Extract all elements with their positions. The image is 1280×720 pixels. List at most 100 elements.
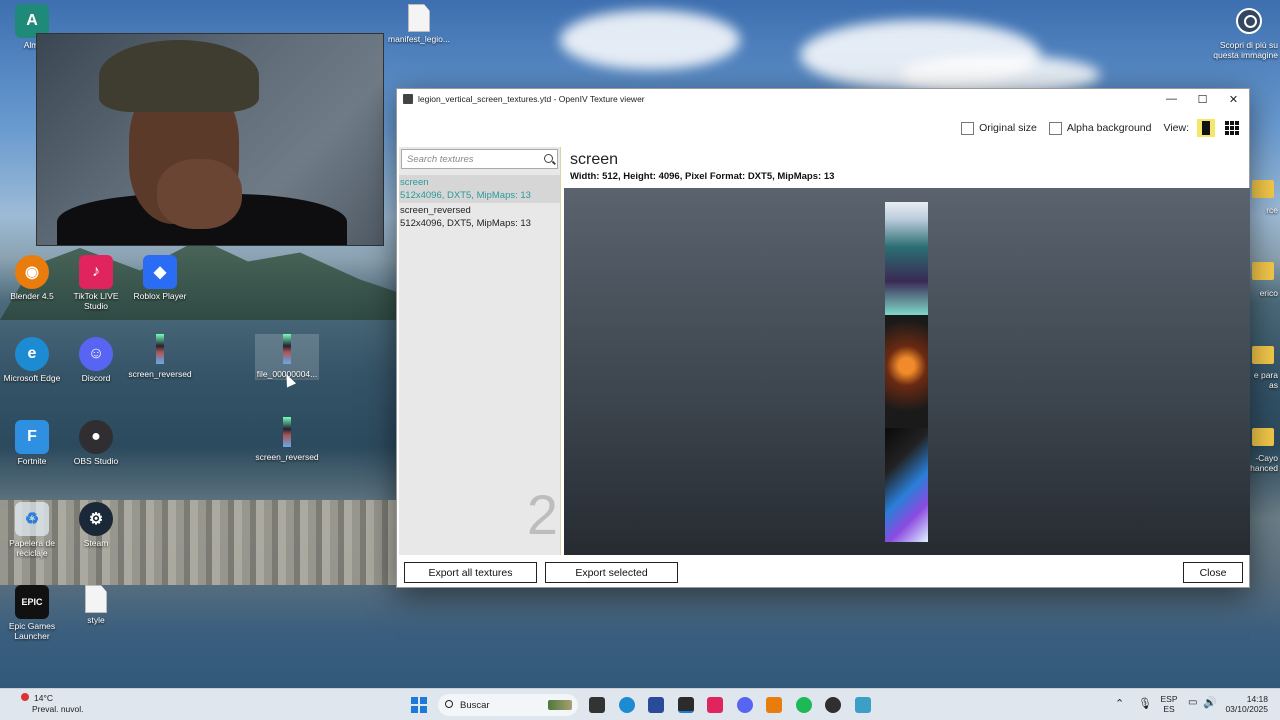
desktop-icon-steam[interactable]: ⚙ Steam xyxy=(64,502,128,549)
volume-icon[interactable]: 🔊 xyxy=(1203,696,1217,709)
desktop-icon-tiktok-live[interactable]: ♪ TikTok LIVE Studio xyxy=(64,255,128,312)
title-bar[interactable]: legion_vertical_screen_textures.ytd - Op… xyxy=(397,89,1249,109)
desktop-icon-discord[interactable]: ☺ Discord xyxy=(64,337,128,384)
maximize-button[interactable]: ☐ xyxy=(1187,89,1218,109)
discord-taskbar-icon[interactable] xyxy=(737,697,753,713)
taskbar: 14°C Preval. nuvol. Buscar ⌃ 🎙 ESP ES ▭ … xyxy=(0,688,1280,720)
app-taskbar-icon[interactable] xyxy=(855,697,871,713)
minimize-button[interactable]: — xyxy=(1156,89,1187,109)
folder-icon[interactable] xyxy=(1252,262,1274,280)
window-close-button[interactable]: ✕ xyxy=(1218,89,1249,109)
date: 03/10/2025 xyxy=(1225,704,1268,714)
texture-segment-amd-logo xyxy=(885,315,928,428)
tray-overflow-icon[interactable]: ⌃ xyxy=(1115,697,1124,710)
texture-thumbnail-icon xyxy=(283,417,291,447)
task-view-icon[interactable] xyxy=(589,697,605,713)
desktop-icon-blender[interactable]: ◉ Blender 4.5 xyxy=(0,255,64,302)
desktop-icon-epic-games[interactable]: EPIC Epic Games Launcher xyxy=(0,585,64,642)
desktop-icon-label[interactable]: rce xyxy=(1250,205,1278,215)
texture-preview-pane: screen Width: 512, Height: 4096, Pixel F… xyxy=(564,147,1250,555)
spotify-taskbar-icon[interactable] xyxy=(796,697,812,713)
texture-info: 512x4096, DXT5, MipMaps: 13 xyxy=(400,218,531,229)
desktop-icon-screen-reversed-2[interactable]: screen_reversed xyxy=(255,417,319,463)
folder-icon[interactable] xyxy=(1252,346,1274,364)
cloud xyxy=(560,10,740,70)
app-taskbar-icon[interactable] xyxy=(648,697,664,713)
app-taskbar-icon[interactable] xyxy=(766,697,782,713)
webcam-person-cap xyxy=(99,40,259,112)
webcam-person-hand xyxy=(157,159,242,229)
desktop-icon-obs[interactable]: ● OBS Studio xyxy=(64,420,128,467)
view-label: View: xyxy=(1163,122,1190,134)
texture-info: 512x4096, DXT5, MipMaps: 13 xyxy=(400,190,531,201)
tiktok-icon: ♪ xyxy=(79,255,113,289)
desktop-icon-edge[interactable]: e Microsoft Edge xyxy=(0,337,64,384)
webcam-overlay xyxy=(36,33,384,246)
single-view-button[interactable] xyxy=(1197,119,1215,137)
alpha-background-label: Alpha background xyxy=(1066,122,1152,134)
search-label: Buscar xyxy=(460,699,490,711)
alpha-background-checkbox[interactable]: Alpha background xyxy=(1048,121,1152,135)
file-icon xyxy=(408,4,430,32)
desktop-icon-recycle-bin[interactable]: ♻ Papelera de reciclaje xyxy=(0,502,64,559)
texture-list-item[interactable]: screen_reversed 512x4096, DXT5, MipMaps:… xyxy=(399,203,560,231)
checkbox-box[interactable] xyxy=(961,121,975,135)
language-indicator[interactable]: ESP ES xyxy=(1160,694,1178,714)
texture-thumbnail-icon xyxy=(156,334,164,364)
original-size-checkbox[interactable]: Original size xyxy=(961,121,1037,135)
openiv-taskbar-icon[interactable] xyxy=(678,697,694,713)
texture-count: 2 xyxy=(526,483,558,546)
folder-icon[interactable] xyxy=(1252,428,1274,446)
microphone-icon[interactable]: 🎙 xyxy=(1138,697,1152,710)
window-title: legion_vertical_screen_textures.ytd - Op… xyxy=(418,94,645,104)
discord-icon: ☺ xyxy=(79,337,113,371)
lang-top: ESP xyxy=(1160,694,1178,704)
start-button-windows-icon[interactable] xyxy=(411,697,427,713)
weather-description: Preval. nuvol. xyxy=(32,704,84,714)
window-bottom-bar: Export all textures Export selected Clos… xyxy=(397,559,1249,587)
weather-widget[interactable]: 14°C Preval. nuvol. xyxy=(18,693,84,715)
selected-texture-details: Width: 512, Height: 4096, Pixel Format: … xyxy=(570,171,835,182)
network-icon[interactable]: ▭ xyxy=(1188,697,1197,708)
settings-file-icon xyxy=(85,585,107,613)
tiktok-taskbar-icon[interactable] xyxy=(707,697,723,713)
texture-segment-character xyxy=(885,202,928,315)
search-icon[interactable] xyxy=(544,154,553,163)
viewer-toolbar: Original size Alpha background View: xyxy=(397,109,1249,147)
clock[interactable]: 14:18 03/10/2025 xyxy=(1222,694,1268,714)
edge-taskbar-icon[interactable] xyxy=(619,697,635,713)
blender-icon: ◉ xyxy=(15,255,49,289)
grid-view-button[interactable] xyxy=(1223,119,1241,137)
obs-taskbar-icon[interactable] xyxy=(825,697,841,713)
wallpaper-info-label[interactable]: Scopri di più su questa immagine xyxy=(1210,40,1278,60)
openiv-texture-viewer-window: legion_vertical_screen_textures.ytd - Op… xyxy=(396,88,1250,588)
image-info-icon[interactable] xyxy=(1236,8,1262,34)
taskbar-search-box[interactable]: Buscar xyxy=(438,694,578,716)
texture-list-item[interactable]: screen 512x4096, DXT5, MipMaps: 13 xyxy=(399,175,560,203)
roblox-icon: ◆ xyxy=(143,255,177,289)
desktop-icon-fortnite[interactable]: F Fortnite xyxy=(0,420,64,467)
desktop-icon-manifest[interactable]: manifest_legio... xyxy=(383,4,455,45)
grid-view-icon xyxy=(1224,120,1240,136)
desktop-icon-screen-reversed[interactable]: screen_reversed xyxy=(128,334,192,380)
folder-icon[interactable] xyxy=(1252,180,1274,198)
search-textures-input[interactable]: Search textures xyxy=(401,149,558,169)
export-all-textures-button[interactable]: Export all textures xyxy=(404,562,537,583)
search-placeholder: Search textures xyxy=(407,153,474,165)
lang-bottom: ES xyxy=(1163,704,1175,714)
checkbox-box[interactable] xyxy=(1048,121,1062,135)
texture-preview-area[interactable] xyxy=(564,188,1250,555)
desktop-icon-style[interactable]: style xyxy=(64,585,128,626)
original-size-label: Original size xyxy=(979,122,1037,134)
openiv-app-icon xyxy=(403,94,413,104)
close-button[interactable]: Close xyxy=(1183,562,1243,583)
fortnite-icon: F xyxy=(15,420,49,454)
single-view-icon xyxy=(1202,121,1210,135)
export-selected-button[interactable]: Export selected xyxy=(545,562,678,583)
texture-segment-abstract xyxy=(885,428,928,542)
search-icon xyxy=(445,700,453,708)
search-highlight-icon xyxy=(548,700,572,710)
desktop-icon-roblox[interactable]: ◆ Roblox Player xyxy=(128,255,192,302)
obs-icon: ● xyxy=(79,420,113,454)
texture-list-pane: Search textures screen 512x4096, DXT5, M… xyxy=(399,147,561,555)
